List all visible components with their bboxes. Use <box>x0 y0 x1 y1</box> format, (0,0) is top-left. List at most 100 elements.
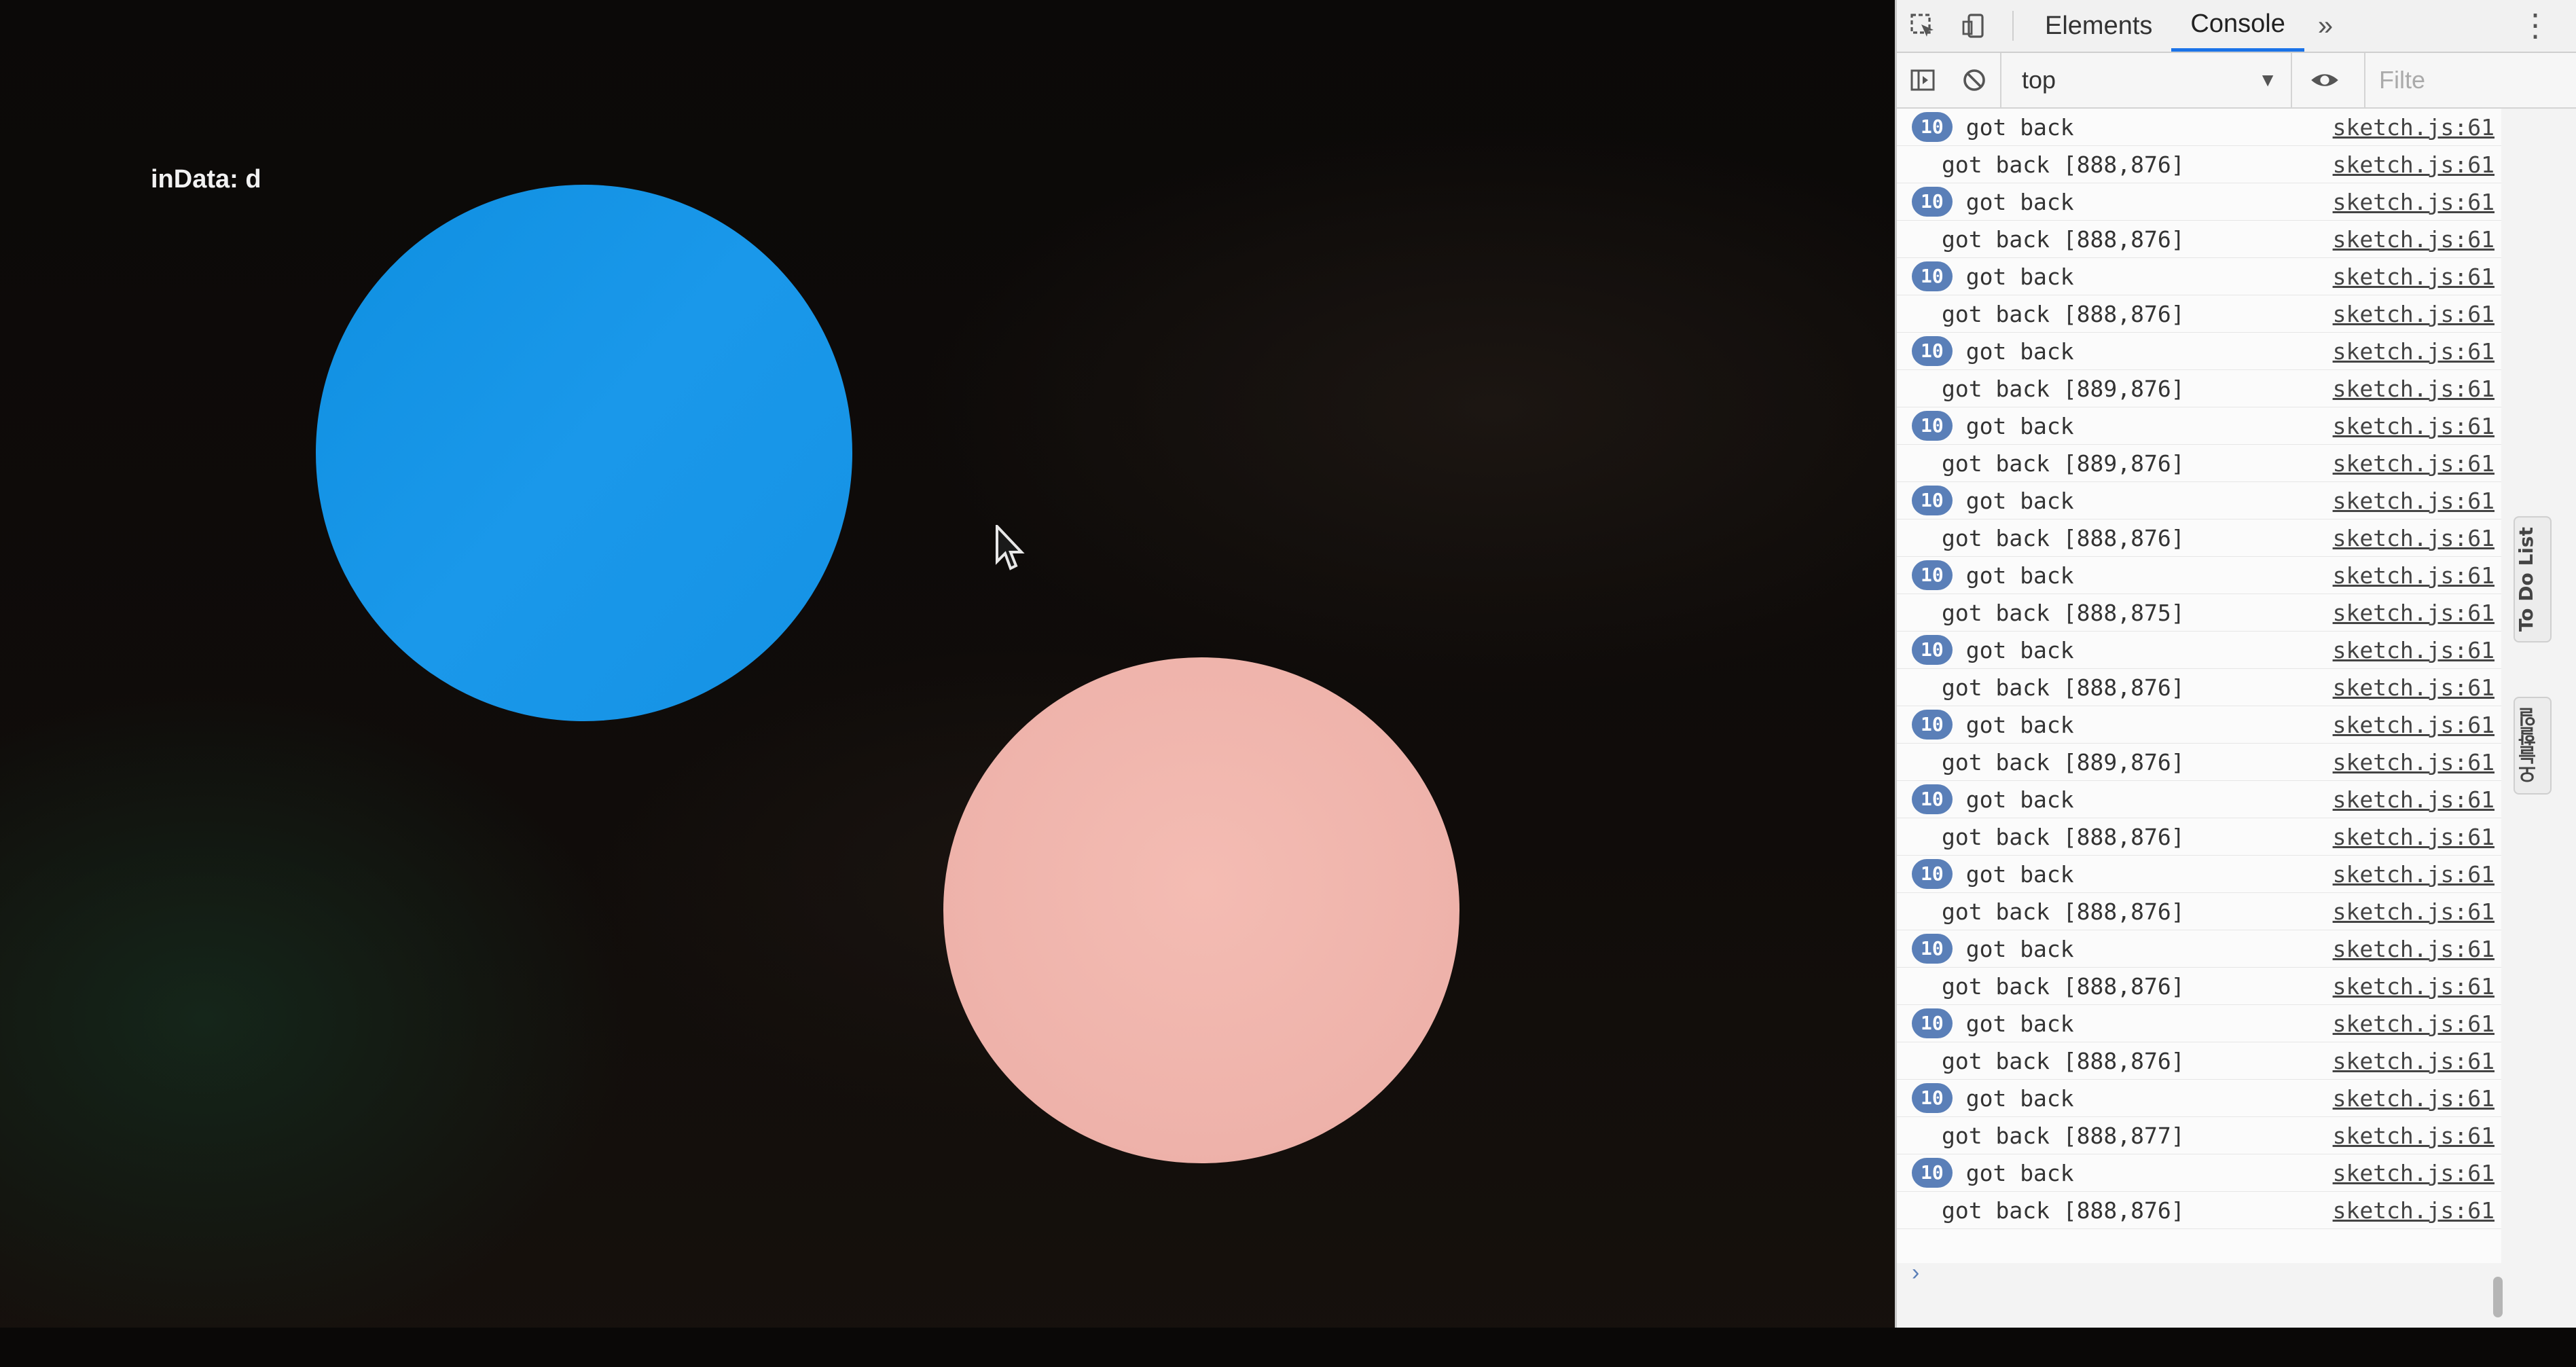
source-link[interactable]: sketch.js:61 <box>2333 226 2495 253</box>
console-message-text: got back <box>1965 786 2074 813</box>
console-message-text: got back [888,876] <box>1942 898 2185 925</box>
source-link[interactable]: sketch.js:61 <box>2333 525 2495 551</box>
source-link[interactable]: sketch.js:61 <box>2333 674 2495 701</box>
repeat-count-badge: 10 <box>1912 710 1953 740</box>
console-log-row: got back [888,876] sketch.js:61 <box>1897 1192 2501 1229</box>
console-log-row: 10 got back sketch.js:61 <box>1897 407 2501 445</box>
source-link[interactable]: sketch.js:61 <box>2333 1160 2495 1186</box>
console-message-text: got back <box>1965 188 2074 215</box>
more-tabs-button[interactable]: » <box>2304 11 2346 41</box>
source-link[interactable]: sketch.js:61 <box>2333 413 2495 439</box>
devtools-menu-icon[interactable]: ⋮ <box>2520 7 2551 43</box>
source-link[interactable]: sketch.js:61 <box>2333 151 2495 178</box>
source-link[interactable]: sketch.js:61 <box>2333 600 2495 626</box>
repeat-count-badge: 10 <box>1912 635 1953 665</box>
console-message-text: got back [889,876] <box>1942 450 2185 477</box>
source-link[interactable]: sketch.js:61 <box>2333 189 2495 215</box>
console-log-row: 10 got back sketch.js:61 <box>1897 333 2501 370</box>
console-log-row: got back [888,876] sketch.js:61 <box>1897 968 2501 1005</box>
source-link[interactable]: sketch.js:61 <box>2333 898 2495 925</box>
source-link[interactable]: sketch.js:61 <box>2333 712 2495 738</box>
source-link[interactable]: sketch.js:61 <box>2333 936 2495 962</box>
source-link[interactable]: sketch.js:61 <box>2333 301 2495 327</box>
source-link[interactable]: sketch.js:61 <box>2333 1010 2495 1037</box>
repeat-count-badge: 10 <box>1912 486 1953 515</box>
source-link[interactable]: sketch.js:61 <box>2333 1048 2495 1074</box>
inspect-element-icon[interactable] <box>1897 0 1948 52</box>
repeat-count-badge: 10 <box>1912 1008 1953 1038</box>
source-link[interactable]: sketch.js:61 <box>2333 488 2495 514</box>
console-log-row: 10 got back sketch.js:61 <box>1897 930 2501 968</box>
source-link[interactable]: sketch.js:61 <box>2333 562 2495 589</box>
console-message: 10 got back <box>1912 934 2074 964</box>
source-link[interactable]: sketch.js:61 <box>2333 450 2495 477</box>
console-message-text: got back [889,876] <box>1942 375 2185 402</box>
console-message-text: got back [888,876] <box>1942 300 2185 327</box>
console-message: 10 got back <box>1912 261 2074 291</box>
side-tab-today[interactable]: 오늘할일 <box>2514 697 2552 795</box>
repeat-count-badge: 10 <box>1912 1083 1953 1113</box>
console-message-text: got back <box>1965 113 2074 141</box>
console-log-row: 10 got back sketch.js:61 <box>1897 557 2501 594</box>
console-message-text: got back [888,877] <box>1942 1122 2185 1149</box>
console-message-text: got back [888,876] <box>1942 1197 2185 1224</box>
console-message: 10 got back <box>1912 1083 2074 1113</box>
console-message: got back [888,877] <box>1912 1123 2185 1149</box>
console-prompt[interactable]: › <box>1912 1260 1919 1286</box>
console-output[interactable]: 10 got back sketch.js:61 got back [888,876]… <box>1897 109 2501 1263</box>
tab-console[interactable]: Console <box>2171 0 2304 52</box>
console-message: 10 got back <box>1912 336 2074 366</box>
console-message: 10 got back <box>1912 560 2074 590</box>
device-toolbar-icon[interactable] <box>1948 0 2000 52</box>
filter-input[interactable]: Filte <box>2364 53 2425 107</box>
console-message: got back [888,876] <box>1912 674 2185 701</box>
console-message: got back [888,876] <box>1912 151 2185 178</box>
source-link[interactable]: sketch.js:61 <box>2333 749 2495 776</box>
source-link[interactable]: sketch.js:61 <box>2333 114 2495 141</box>
console-message: got back [888,876] <box>1912 226 2185 253</box>
console-message: got back [888,876] <box>1912 898 2185 925</box>
console-message: 10 got back <box>1912 1158 2074 1188</box>
sidebar-toggle-icon[interactable] <box>1897 54 1948 106</box>
console-log-row: 10 got back sketch.js:61 <box>1897 706 2501 744</box>
source-link[interactable]: sketch.js:61 <box>2333 973 2495 1000</box>
source-link[interactable]: sketch.js:61 <box>2333 637 2495 663</box>
console-message: got back [889,876] <box>1912 376 2185 402</box>
repeat-count-badge: 10 <box>1912 336 1953 366</box>
repeat-count-badge: 10 <box>1912 187 1953 217</box>
source-link[interactable]: sketch.js:61 <box>2333 786 2495 813</box>
console-log-row: 10 got back sketch.js:61 <box>1897 1154 2501 1192</box>
source-link[interactable]: sketch.js:61 <box>2333 1085 2495 1112</box>
console-message-text: got back <box>1965 487 2074 514</box>
extension-side-tabs: To Do List 오늘할일 <box>2514 516 2554 849</box>
clear-console-icon[interactable] <box>1948 54 2000 106</box>
source-link[interactable]: sketch.js:61 <box>2333 861 2495 888</box>
source-link[interactable]: sketch.js:61 <box>2333 1123 2495 1149</box>
repeat-count-badge: 10 <box>1912 1158 1953 1188</box>
sketch-canvas[interactable]: inData: d <box>0 0 1963 1367</box>
console-message: 10 got back <box>1912 784 2074 814</box>
live-expression-eye-icon[interactable] <box>2299 54 2351 106</box>
console-message: got back [888,876] <box>1912 973 2185 1000</box>
side-tab-todo[interactable]: To Do List <box>2514 516 2552 643</box>
tab-elements[interactable]: Elements <box>2026 0 2171 52</box>
console-log-row: got back [888,876] sketch.js:61 <box>1897 520 2501 557</box>
console-message-text: got back [888,876] <box>1942 972 2185 1000</box>
source-link[interactable]: sketch.js:61 <box>2333 376 2495 402</box>
console-log-row: got back [889,876] sketch.js:61 <box>1897 370 2501 407</box>
repeat-count-badge: 10 <box>1912 411 1953 441</box>
console-message: got back [889,876] <box>1912 749 2185 776</box>
console-log-row: 10 got back sketch.js:61 <box>1897 1005 2501 1042</box>
console-message: 10 got back <box>1912 112 2074 142</box>
source-link[interactable]: sketch.js:61 <box>2333 338 2495 365</box>
console-message-text: got back [888,876] <box>1942 225 2185 253</box>
console-log-row: got back [888,876] sketch.js:61 <box>1897 669 2501 706</box>
source-link[interactable]: sketch.js:61 <box>2333 824 2495 850</box>
console-scrollbar[interactable] <box>2493 1277 2503 1317</box>
chevron-down-icon: ▼ <box>2258 69 2277 90</box>
source-link[interactable]: sketch.js:61 <box>2333 1197 2495 1224</box>
context-selector[interactable]: top ▼ <box>2000 53 2292 107</box>
console-message-text: got back <box>1965 711 2074 738</box>
source-link[interactable]: sketch.js:61 <box>2333 263 2495 290</box>
indata-value: d <box>245 165 261 194</box>
